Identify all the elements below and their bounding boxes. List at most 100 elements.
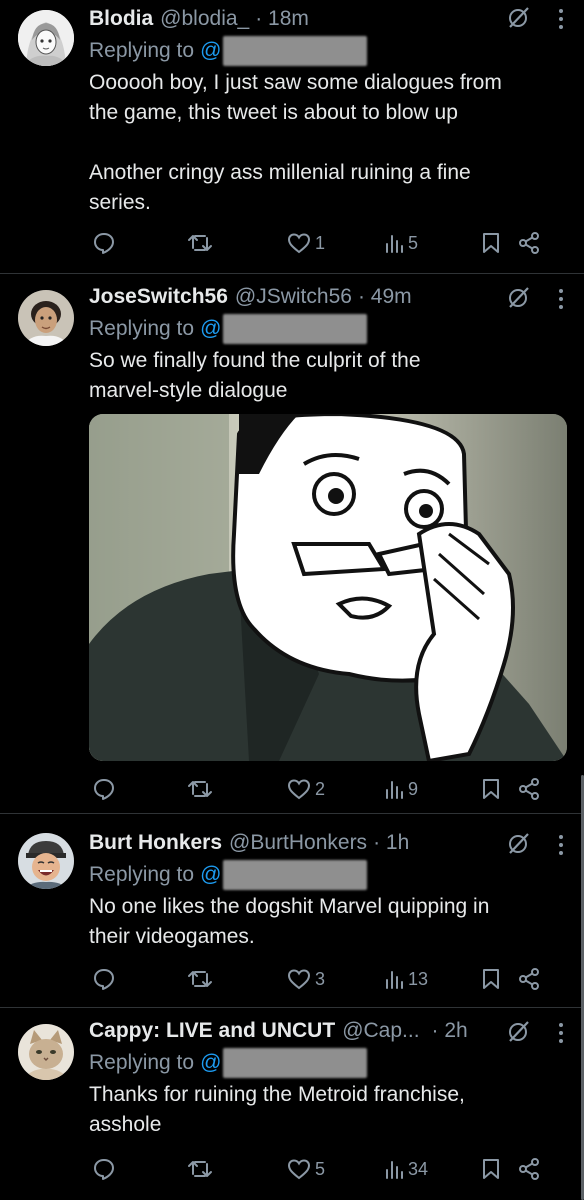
share-icon (519, 968, 539, 990)
retweet-icon (188, 1161, 212, 1177)
tweet-text: Thanks for ruining the Metroid franchise… (89, 1083, 465, 1136)
replying-handle[interactable]: @ (200, 315, 221, 343)
grok-icon[interactable] (507, 5, 531, 29)
bookmark-icon (483, 233, 499, 253)
like-count: 3 (315, 968, 326, 989)
tweet-text: No one likes the dogshit Marvel quipping… (89, 895, 490, 948)
avatar[interactable] (18, 10, 74, 66)
display-name[interactable]: Cappy: LIVE and UNCUT (89, 1017, 335, 1045)
meme-face-image[interactable] (89, 414, 567, 761)
retweet-button[interactable] (187, 967, 213, 991)
grok-icon[interactable] (507, 831, 531, 855)
like-button[interactable]: 5 (287, 1158, 325, 1180)
grok-icon[interactable] (507, 1019, 531, 1043)
share-button[interactable] (517, 777, 541, 801)
bookmark-button[interactable] (481, 1157, 501, 1181)
bookmark-icon (483, 1159, 499, 1179)
like-button[interactable]: 1 (287, 232, 325, 254)
views-count: 34 (408, 1158, 429, 1179)
replying-handle[interactable]: @ (200, 861, 221, 889)
grok-icon[interactable] (507, 285, 531, 309)
like-count: 5 (315, 1158, 326, 1179)
reply-button[interactable] (92, 1157, 116, 1181)
share-icon (519, 778, 539, 800)
retweet-button[interactable] (187, 231, 213, 255)
heart-icon (287, 969, 311, 990)
tweet-header: Blodia @blodia_ · 18m (89, 5, 568, 33)
bookmark-button[interactable] (481, 231, 501, 255)
views-button[interactable]: 9 (384, 778, 418, 800)
views-icon (386, 781, 403, 799)
replying-handle[interactable]: @ (200, 1049, 221, 1077)
tweet-actions: 2 9 (89, 775, 572, 803)
bookmark-button[interactable] (481, 777, 501, 801)
more-options-icon[interactable] (558, 8, 564, 30)
cat-avatar-icon (18, 1024, 74, 1080)
retweet-icon (188, 235, 212, 251)
display-name[interactable]: Burt Honkers (89, 829, 222, 857)
man-portrait-avatar-icon (18, 290, 74, 346)
user-handle[interactable]: @Cap... (342, 1017, 419, 1045)
tweet-header: Burt Honkers @BurtHonkers · 1h (89, 829, 568, 857)
timestamp[interactable]: · 2h (432, 1017, 468, 1045)
like-button[interactable]: 3 (287, 968, 325, 990)
reply-icon (94, 969, 114, 990)
replying-label: Replying to (89, 863, 195, 886)
tweet[interactable]: Blodia @blodia_ · 18m Replying to @ Oooo… (0, 0, 584, 274)
views-icon (386, 235, 403, 253)
replying-label: Replying to (89, 1051, 195, 1074)
replying-handle[interactable]: @ (200, 37, 221, 65)
reply-button[interactable] (92, 231, 116, 255)
timestamp[interactable]: · 49m (358, 283, 412, 311)
user-handle[interactable]: @blodia_ (160, 5, 249, 33)
tweet[interactable]: JoseSwitch56 @JSwitch56 · 49m Replying t… (0, 274, 584, 814)
replying-to: Replying to @ (89, 36, 568, 66)
timeline-feed: Blodia @blodia_ · 18m Replying to @ Oooo… (0, 0, 584, 1200)
display-name[interactable]: JoseSwitch56 (89, 283, 228, 311)
redacted-handle (223, 314, 368, 344)
timestamp[interactable]: · 18m (255, 5, 309, 33)
tweet[interactable]: Cappy: LIVE and UNCUT @Cap... · 2h Reply… (0, 1008, 584, 1200)
user-handle[interactable]: @JSwitch56 (235, 283, 352, 311)
avatar[interactable] (18, 1024, 74, 1080)
views-count: 5 (408, 232, 419, 253)
reply-button[interactable] (92, 777, 116, 801)
more-options-icon[interactable] (558, 1022, 564, 1044)
timestamp[interactable]: · 1h (373, 829, 409, 857)
reply-icon (94, 1159, 114, 1180)
views-button[interactable]: 13 (384, 968, 428, 990)
redacted-handle (223, 1048, 368, 1078)
replying-label: Replying to (89, 317, 195, 340)
share-icon (519, 1158, 539, 1180)
views-button[interactable]: 5 (384, 232, 418, 254)
avatar[interactable] (18, 833, 74, 889)
retweet-button[interactable] (187, 1157, 213, 1181)
reply-button[interactable] (92, 967, 116, 991)
reply-icon (94, 779, 114, 800)
retweet-icon (188, 971, 212, 987)
user-handle[interactable]: @BurtHonkers (229, 829, 367, 857)
tweet-actions: 3 13 (89, 965, 572, 993)
like-count: 1 (315, 232, 326, 253)
tweet[interactable]: Burt Honkers @BurtHonkers · 1h Replying … (0, 814, 584, 1008)
reply-icon (94, 233, 114, 254)
retweet-button[interactable] (187, 777, 213, 801)
replying-to: Replying to @ (89, 314, 568, 344)
bookmark-button[interactable] (481, 967, 501, 991)
more-options-icon[interactable] (558, 288, 564, 310)
views-button[interactable]: 34 (384, 1158, 428, 1180)
more-options-icon[interactable] (558, 834, 564, 856)
share-button[interactable] (517, 231, 541, 255)
avatar[interactable] (18, 290, 74, 346)
share-button[interactable] (517, 1157, 541, 1181)
views-count: 9 (408, 778, 419, 799)
tweet-text: Oooooh boy, I just saw some dialogues fr… (89, 71, 502, 214)
like-count: 2 (315, 778, 326, 799)
like-button[interactable]: 2 (287, 778, 325, 800)
redacted-handle (223, 36, 368, 66)
retweet-icon (188, 781, 212, 797)
anime-girl-avatar-icon (18, 10, 74, 66)
share-button[interactable] (517, 967, 541, 991)
display-name[interactable]: Blodia (89, 5, 153, 33)
heart-icon (287, 233, 311, 254)
